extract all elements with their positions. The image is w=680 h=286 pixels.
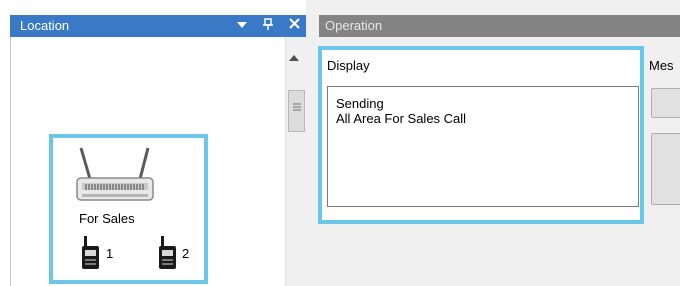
display-label: Display xyxy=(327,58,370,73)
radio-number-label: 1 xyxy=(106,246,114,261)
scroll-up-arrow-icon[interactable] xyxy=(289,54,299,64)
pane-border xyxy=(10,37,11,286)
device-label: For Sales xyxy=(79,211,135,226)
dropdown-triangle-icon[interactable] xyxy=(235,19,249,33)
pin-icon[interactable] xyxy=(261,18,275,33)
vertical-scrollbar[interactable] xyxy=(285,37,306,286)
display-text-line: All Area For Sales Call xyxy=(336,111,467,126)
router-antenna-icon[interactable] xyxy=(76,146,154,209)
radio-number-label: 2 xyxy=(182,246,190,261)
close-icon[interactable] xyxy=(287,18,301,32)
message-button[interactable] xyxy=(651,133,680,205)
pane-splitter[interactable] xyxy=(306,0,311,286)
operation-pane-title: Operation xyxy=(325,18,383,33)
handheld-radio-icon[interactable] xyxy=(158,236,178,272)
message-button[interactable] xyxy=(651,88,680,118)
pane-left-edge xyxy=(0,37,10,286)
message-label: Mes xyxy=(649,58,674,73)
display-text-line: Sending xyxy=(336,96,384,111)
location-pane-title: Location xyxy=(20,18,70,33)
scrollbar-grip-icon xyxy=(293,103,301,114)
handheld-radio-icon[interactable] xyxy=(81,236,101,272)
